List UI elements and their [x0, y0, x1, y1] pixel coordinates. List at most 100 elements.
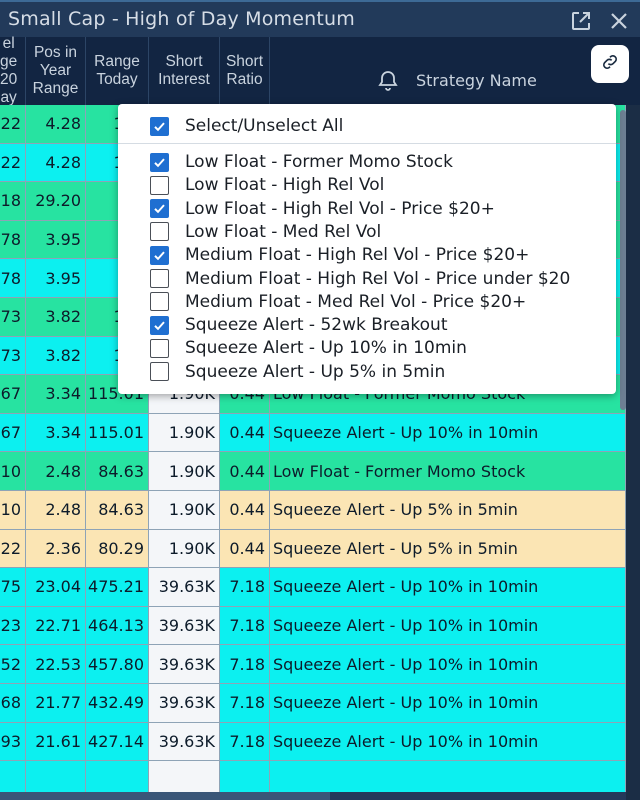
filter-option-checkbox[interactable]	[150, 245, 169, 265]
select-all-option[interactable]: Select/Unselect All	[150, 115, 343, 137]
cell-pos-in-year-range: 22.53	[26, 645, 86, 684]
cell-strategy-name: Squeeze Alert - Up 10% in 10min	[270, 568, 626, 607]
vertical-scrollbar-track[interactable]	[626, 105, 640, 800]
cell-strategy-name: Low Float - Former Momo Stock	[270, 452, 626, 491]
filter-option[interactable]: Medium Float - High Rel Vol - Price unde…	[150, 268, 570, 290]
filter-option[interactable]: Low Float - High Rel Vol	[150, 174, 384, 196]
cell-short-interest: 39.63K	[149, 684, 220, 723]
cell-pos-in-year-range: 3.95	[26, 259, 86, 298]
cell-rel-range: 3.10	[0, 452, 26, 491]
header-strategy-name[interactable]: Strategy Name	[416, 71, 537, 90]
cell-rel-range: .22	[0, 529, 26, 569]
cell-pos-in-year-range: 3.82	[26, 336, 86, 376]
cell-range-today: 84.63	[86, 491, 149, 530]
cell-short-ratio: 7.18	[220, 645, 270, 684]
filter-option[interactable]: Squeeze Alert - Up 5% in 5min	[150, 361, 445, 383]
filter-option-checkbox[interactable]	[150, 175, 169, 195]
cell-pos-in-year-range: 3.95	[26, 220, 86, 260]
cell-rel-range: 3.10	[0, 491, 26, 530]
filter-option[interactable]: Low Float - Med Rel Vol	[150, 221, 381, 243]
cell-range-today: 115.01	[86, 413, 149, 453]
cell-range-today: 464.13	[86, 606, 149, 646]
menu-divider	[118, 143, 616, 144]
link-button[interactable]	[591, 45, 629, 83]
filter-option-label: Squeeze Alert - 52wk Breakout	[185, 315, 448, 336]
cell-strategy-name: Squeeze Alert - Up 10% in 10min	[270, 684, 626, 723]
cell-pos-in-year-range: 2.48	[26, 491, 86, 530]
table-row[interactable]: 3.102.4884.631.90K0.44Squeeze Alert - Up…	[0, 491, 626, 530]
cell-rel-range: .67	[0, 375, 26, 414]
link-icon	[600, 52, 620, 77]
cell-range-today: 457.80	[86, 645, 149, 684]
filter-option-checkbox[interactable]	[150, 269, 169, 288]
filter-option[interactable]: Medium Float - High Rel Vol - Price $20+	[150, 244, 529, 266]
cell-pos-in-year-range: 22.71	[26, 606, 86, 646]
cell-rel-range: .75	[0, 568, 26, 607]
cell-short-interest: 39.63K	[149, 568, 220, 607]
table-row[interactable]: .6821.77432.4939.63K7.18Squeeze Alert - …	[0, 684, 626, 723]
bell-icon[interactable]	[376, 69, 400, 93]
header-range-today[interactable]: Range Today	[86, 37, 149, 105]
table-row[interactable]: .5222.53457.8039.63K7.18Squeeze Alert - …	[0, 645, 626, 684]
horizontal-scrollbar-thumb[interactable]	[0, 792, 330, 800]
cell-short-ratio: 7.18	[220, 568, 270, 607]
filter-option-label: Low Float - High Rel Vol - Price $20+	[185, 198, 495, 219]
filter-option[interactable]: Squeeze Alert - 52wk Breakout	[150, 314, 448, 336]
filter-option-checkbox[interactable]	[150, 292, 169, 312]
filter-option-checkbox[interactable]	[150, 315, 169, 335]
cell-rel-range: .78	[0, 220, 26, 260]
vertical-scrollbar-thumb[interactable]	[620, 110, 626, 410]
cell-short-ratio: 7.18	[220, 606, 270, 646]
cell-pos-in-year-range: 3.34	[26, 413, 86, 453]
filter-option[interactable]: Low Float - High Rel Vol - Price $20+	[150, 198, 495, 220]
cell-rel-range: .67	[0, 413, 26, 453]
table-row[interactable]: .9321.61427.1439.63K7.18Squeeze Alert - …	[0, 722, 626, 762]
filter-option[interactable]: Medium Float - Med Rel Vol - Price $20+	[150, 291, 526, 313]
window-title: Small Cap - High of Day Momentum	[8, 8, 355, 30]
popout-icon[interactable]	[569, 9, 593, 33]
table-row[interactable]: .2322.71464.1339.63K7.18Squeeze Alert - …	[0, 606, 626, 646]
cell-pos-in-year-range: 21.61	[26, 722, 86, 762]
table-row[interactable]: .222.3680.291.90K0.44Squeeze Alert - Up …	[0, 529, 626, 569]
cell-pos-in-year-range: 4.28	[26, 143, 86, 183]
filter-option-label: Low Float - Former Momo Stock	[185, 152, 453, 172]
cell-strategy-name: Squeeze Alert - Up 10% in 10min	[270, 645, 626, 684]
filter-option-label: Low Float - Med Rel Vol	[185, 221, 382, 242]
cell-pos-in-year-range: 2.48	[26, 452, 86, 491]
cell-short-interest: 1.90K	[149, 413, 220, 453]
filter-option-checkbox[interactable]	[150, 362, 169, 382]
cell-pos-in-year-range: 21.77	[26, 684, 86, 723]
cell-pos-in-year-range: 3.82	[26, 298, 86, 337]
select-all-checkbox[interactable]	[150, 116, 169, 136]
header-short-ratio[interactable]: Short Ratio	[220, 37, 270, 105]
cell-pos-in-year-range: 3.34	[26, 375, 86, 414]
checkmark-icon	[154, 321, 165, 330]
filter-option-label: Squeeze Alert - Up 5% in 5min	[185, 361, 446, 382]
table-row[interactable]: 3.102.4884.631.90K0.44Low Float - Former…	[0, 452, 626, 491]
filter-option-checkbox[interactable]	[150, 199, 169, 219]
cell-rel-range: .93	[0, 722, 26, 762]
cell-rel-range: .68	[0, 684, 26, 723]
filter-option-label: Medium Float - High Rel Vol - Price unde…	[185, 268, 571, 289]
header-pos-in-year-range[interactable]: Pos in Year Range	[26, 37, 86, 105]
filter-option-checkbox[interactable]	[150, 338, 169, 358]
close-icon[interactable]	[607, 9, 631, 33]
cell-strategy-name: Squeeze Alert - Up 10% in 10min	[270, 413, 626, 453]
table-row[interactable]: .673.34115.011.90K0.44Squeeze Alert - Up…	[0, 413, 626, 453]
filter-option[interactable]: Squeeze Alert - Up 10% in 10min	[150, 337, 467, 359]
cell-short-ratio: 0.44	[220, 491, 270, 530]
header-rel-range[interactable]: el ge 20 ay	[0, 35, 26, 106]
cell-pos-in-year-range: 23.04	[26, 568, 86, 607]
cell-rel-range: 7.18	[0, 182, 26, 221]
table-row[interactable]: .7523.04475.2139.63K7.18Squeeze Alert - …	[0, 568, 626, 607]
filter-option-checkbox[interactable]	[150, 152, 169, 172]
strategy-filter-menu: Select/Unselect All Low Float - Former M…	[118, 104, 616, 394]
cell-rel-range: .52	[0, 645, 26, 684]
filter-option[interactable]: Low Float - Former Momo Stock	[150, 151, 453, 173]
filter-option-label: Low Float - High Rel Vol	[185, 175, 385, 196]
filter-option-checkbox[interactable]	[150, 222, 169, 242]
checkmark-icon	[154, 157, 165, 167]
window-titlebar: Small Cap - High of Day Momentum	[0, 0, 640, 37]
cell-short-ratio: 7.18	[220, 684, 270, 723]
header-short-interest[interactable]: Short Interest	[149, 37, 220, 105]
